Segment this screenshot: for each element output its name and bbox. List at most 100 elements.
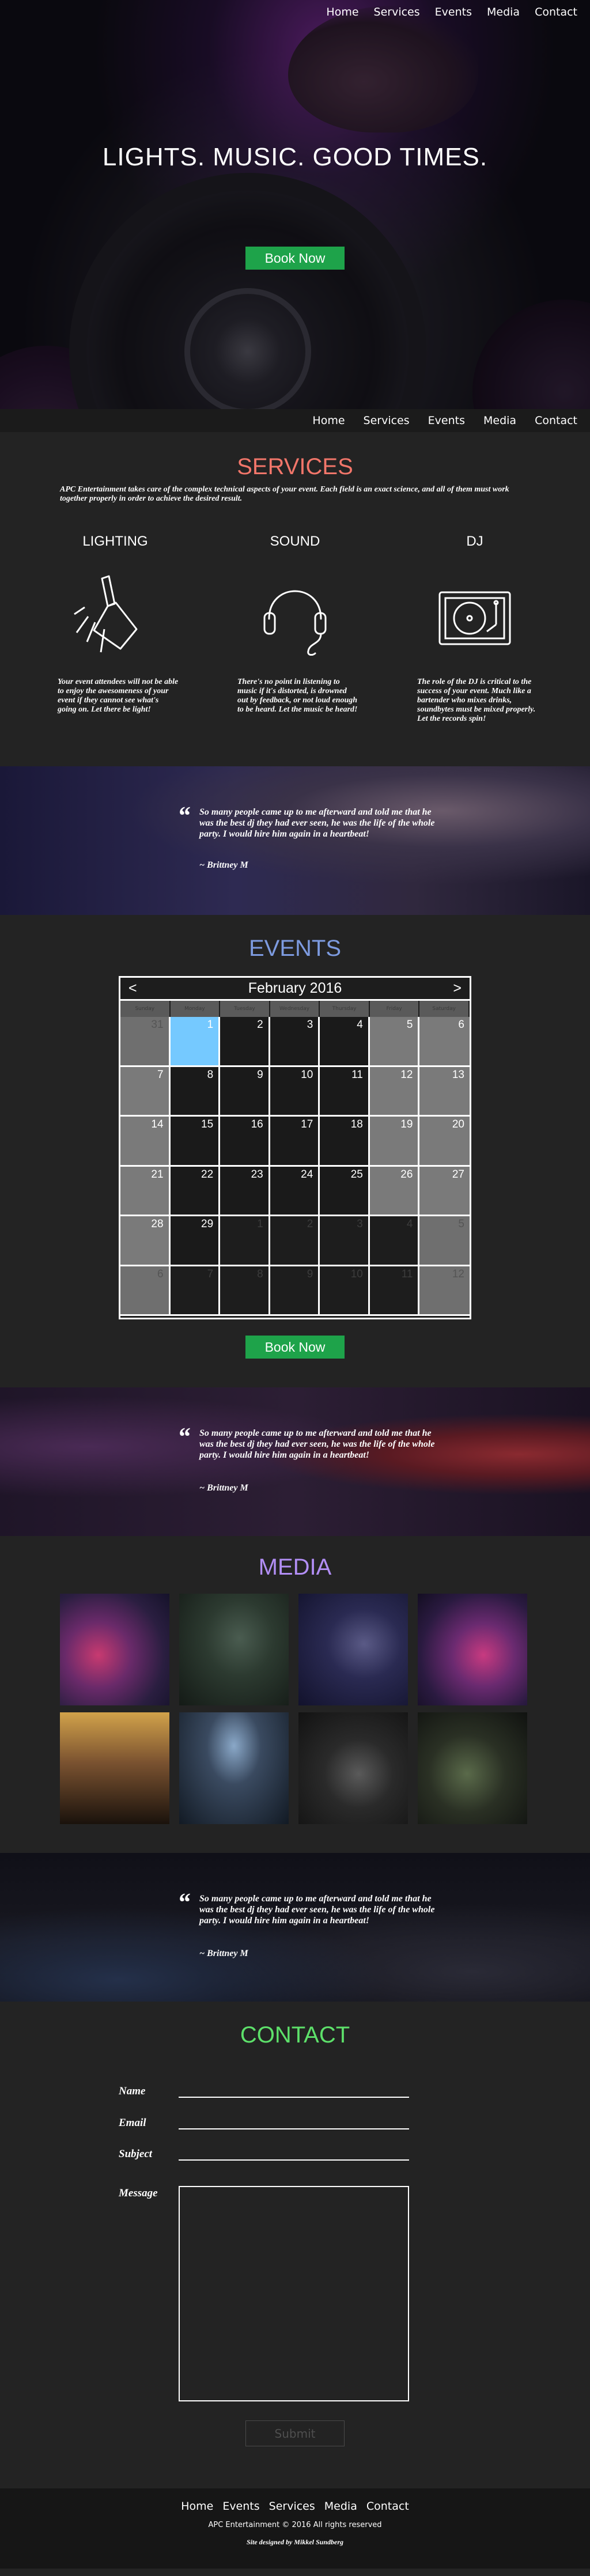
calendar-day-cell[interactable]: 11 <box>369 1266 420 1316</box>
site-credit: Site designed by Mikkel Sundberg <box>246 2538 343 2546</box>
calendar-day-cell[interactable]: 7 <box>120 1066 171 1117</box>
calendar-day-cell[interactable]: 6 <box>120 1266 171 1316</box>
nav-home[interactable]: Home <box>326 6 358 18</box>
nav-services[interactable]: Services <box>364 414 410 427</box>
calendar-day-number: 2 <box>307 1218 313 1230</box>
events-title: EVENTS <box>248 936 342 961</box>
media-photo-mixer[interactable] <box>298 1594 408 1705</box>
footer-nav-contact[interactable]: Contact <box>366 2500 409 2513</box>
calendar-day-cell[interactable]: 20 <box>419 1117 470 1167</box>
calendar-day-cell[interactable]: 15 <box>170 1117 221 1167</box>
calendar-day-cell[interactable]: 21 <box>120 1166 171 1216</box>
message-field[interactable] <box>179 2186 409 2401</box>
calendar-day-cell[interactable]: 25 <box>320 1166 370 1216</box>
calendar-day-cell[interactable]: 22 <box>170 1166 221 1216</box>
calendar-prev-button[interactable]: < <box>128 980 137 997</box>
service-lighting: LIGHTING Your event attendees will not b… <box>58 534 178 714</box>
hero-book-now-button[interactable]: Book Now <box>245 247 345 270</box>
calendar-day-cell[interactable]: 4 <box>369 1216 420 1266</box>
calendar-day-cell[interactable]: 10 <box>270 1066 320 1117</box>
calendar-day-cell[interactable]: 12 <box>369 1066 420 1117</box>
media-photo-dj-booth[interactable] <box>179 1594 289 1705</box>
calendar-day-cell[interactable]: 6 <box>419 1017 470 1067</box>
calendar-day-cell[interactable]: 29 <box>170 1216 221 1266</box>
submit-button[interactable]: Submit <box>245 2420 345 2446</box>
calendar-day-number: 5 <box>458 1218 464 1230</box>
media-photo-cdj[interactable] <box>298 1712 408 1824</box>
calendar-day-cell[interactable]: 2 <box>220 1017 270 1067</box>
calendar-day-cell[interactable]: 3 <box>320 1216 370 1266</box>
calendar-day-number: 6 <box>458 1019 464 1031</box>
nav-media[interactable]: Media <box>487 6 520 18</box>
calendar-day-cell[interactable]: 14 <box>120 1117 171 1167</box>
events-section: EVENTS < February 2016 > Sunday Monday T… <box>0 915 590 1387</box>
calendar-day-cell[interactable]: 16 <box>220 1117 270 1167</box>
calendar-day-cell[interactable]: 31 <box>120 1017 171 1067</box>
message-label: Message <box>119 2187 158 2199</box>
calendar-day-cell[interactable]: 1 <box>220 1216 270 1266</box>
nav-events[interactable]: Events <box>435 6 472 18</box>
calendar-day-cell[interactable]: 5 <box>369 1017 420 1067</box>
calendar-day-cell[interactable]: 24 <box>270 1166 320 1216</box>
service-text: Your event attendees will not be able to… <box>58 678 179 714</box>
calendar-next-button[interactable]: > <box>453 980 462 997</box>
calendar-day-cell[interactable]: 9 <box>270 1266 320 1316</box>
calendar-day-cell[interactable]: 11 <box>320 1066 370 1117</box>
calendar-day-cell[interactable]: 4 <box>320 1017 370 1067</box>
calendar-day-cell[interactable]: 8 <box>220 1266 270 1316</box>
calendar-day-cell[interactable]: 8 <box>170 1066 221 1117</box>
subject-field[interactable] <box>179 2159 409 2161</box>
calendar-day-cell[interactable]: 26 <box>369 1166 420 1216</box>
nav-services[interactable]: Services <box>374 6 420 18</box>
service-text: There's no point in listening to music i… <box>237 678 358 714</box>
nav-media[interactable]: Media <box>483 414 516 427</box>
calendar-day-cell[interactable]: 5 <box>419 1216 470 1266</box>
calendar-day-cell[interactable]: 27 <box>419 1166 470 1216</box>
events-book-now-button[interactable]: Book Now <box>245 1336 345 1359</box>
calendar-day-cell[interactable]: 3 <box>270 1017 320 1067</box>
media-photo-turntable[interactable] <box>418 1594 527 1705</box>
calendar-day-cell[interactable]: 10 <box>320 1266 370 1316</box>
calendar-day-cell[interactable]: 13 <box>419 1066 470 1117</box>
media-photo-dj-decks[interactable] <box>60 1594 169 1705</box>
calendar-day-cell[interactable]: 1 <box>170 1017 221 1067</box>
footer-nav-events[interactable]: Events <box>222 2500 259 2513</box>
calendar-day-number: 10 <box>350 1268 363 1280</box>
quote-mark-icon: “ <box>177 801 190 830</box>
footer-nav-services[interactable]: Services <box>269 2500 315 2513</box>
nav-contact[interactable]: Contact <box>535 414 577 427</box>
service-dj: DJ The role of the DJ is critical to the… <box>417 534 535 723</box>
footer-nav-media[interactable]: Media <box>324 2500 357 2513</box>
calendar-day-cell[interactable]: 9 <box>220 1066 270 1117</box>
calendar-day-cell[interactable]: 18 <box>320 1117 370 1167</box>
service-title: DJ <box>466 534 483 549</box>
weekday-label: Tuesday <box>220 1001 270 1017</box>
calendar-day-cell[interactable]: 2 <box>270 1216 320 1266</box>
nav-home[interactable]: Home <box>312 414 345 427</box>
name-label: Name <box>119 2085 146 2097</box>
nav-contact[interactable]: Contact <box>535 6 577 18</box>
media-photo-crowd-hands[interactable] <box>60 1712 169 1824</box>
hero-section: Home Services Events Media Contact LIGHT… <box>0 0 590 409</box>
weekday-label: Monday <box>170 1001 221 1017</box>
calendar-day-number: 10 <box>301 1068 313 1081</box>
media-photo-party-crowd[interactable] <box>418 1712 527 1824</box>
calendar-day-cell[interactable]: 28 <box>120 1216 171 1266</box>
footer-nav-home[interactable]: Home <box>181 2500 213 2513</box>
calendar-day-number: 22 <box>201 1168 214 1181</box>
calendar-day-cell[interactable]: 17 <box>270 1117 320 1167</box>
testimonial-band-2: “ So many people came up to me afterward… <box>0 1387 590 1536</box>
calendar-day-cell[interactable]: 12 <box>419 1266 470 1316</box>
calendar-day-number: 12 <box>400 1068 413 1081</box>
email-field[interactable] <box>179 2128 409 2129</box>
calendar-day-number: 11 <box>401 1268 413 1280</box>
services-section: SERVICES APC Entertainment takes care of… <box>0 432 590 766</box>
calendar-day-cell[interactable]: 19 <box>369 1117 420 1167</box>
testimonial-band-3: “ So many people came up to me afterward… <box>0 1853 590 2002</box>
media-photo-concert-stage[interactable] <box>179 1712 289 1824</box>
name-field[interactable] <box>179 2097 409 2098</box>
calendar-day-number: 21 <box>151 1168 164 1181</box>
nav-events[interactable]: Events <box>428 414 465 427</box>
calendar-day-cell[interactable]: 23 <box>220 1166 270 1216</box>
calendar-day-cell[interactable]: 7 <box>170 1266 221 1316</box>
